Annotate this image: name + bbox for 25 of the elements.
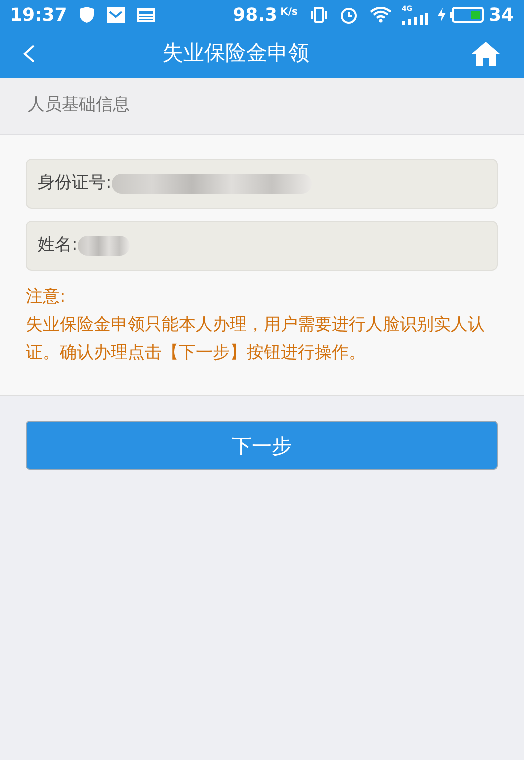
input-field[interactable]: 身份证号: — [26, 159, 498, 209]
network-speed: 98.3 — [233, 4, 278, 28]
home-button[interactable] — [470, 39, 502, 69]
notice-title: 注意: — [26, 286, 67, 309]
input-field[interactable]: 姓名: — [26, 221, 498, 271]
notice-text: 失业保险金申领只能本人办理，用户需要进行人脸识别实人认证。确认办理点击【下一步】按钮进行操作。 — [26, 314, 486, 365]
shield-icon — [79, 6, 96, 24]
field-label: 姓名: — [38, 234, 78, 258]
charging-icon — [438, 8, 446, 22]
news-icon — [137, 8, 156, 22]
battery-icon — [450, 7, 484, 23]
battery-percent: 34 — [488, 4, 514, 28]
back-icon — [22, 44, 36, 64]
status-time: 19:37 — [10, 4, 68, 28]
signal-icon — [402, 12, 428, 24]
page-title: 失业保险金申领 — [162, 40, 310, 68]
home-icon — [471, 41, 501, 67]
alarm-icon — [340, 6, 358, 24]
wifi-icon — [370, 7, 392, 23]
vibrate-icon — [310, 7, 328, 23]
section-title: 人员基础信息 — [28, 94, 130, 118]
speed-unit: K/s — [280, 6, 298, 20]
redacted-value — [78, 236, 130, 256]
field-label: 身份证号: — [38, 172, 112, 196]
mail-icon — [107, 7, 126, 23]
